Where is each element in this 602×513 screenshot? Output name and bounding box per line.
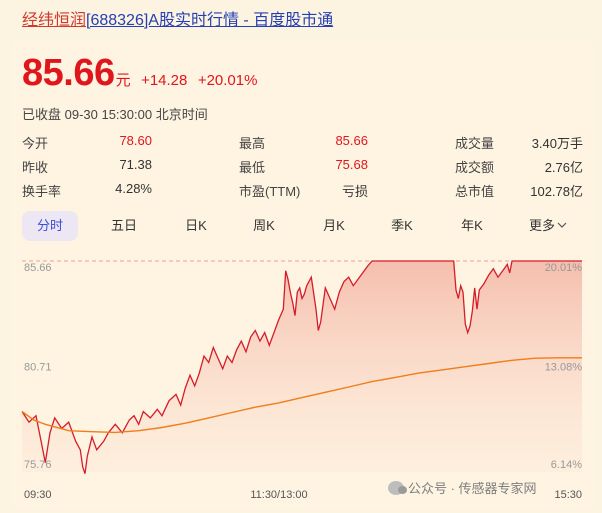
tab-monthly-k[interactable]: 月K (306, 211, 362, 241)
stat-turnover-value: 2.76亿 (544, 160, 583, 175)
stat-prev-close-label: 昨收 (22, 160, 49, 175)
price-unit: 元 (115, 72, 131, 89)
stat-low-label: 最低 (239, 160, 266, 175)
stat-prev-close-value: 71.38 (119, 157, 152, 172)
y-left-tick-mid: 80.71 (24, 362, 52, 374)
y-left-tick-low: 75.76 (24, 459, 52, 471)
stat-pe-label: 市盈(TTM) (239, 184, 301, 199)
watermark: 公众号 · 传感器专家网 (388, 478, 537, 497)
x-tick-close: 15:30 (554, 489, 582, 501)
stat-turnover-rate-label: 换手率 (22, 184, 62, 199)
tab-more[interactable]: 更多 (520, 211, 576, 241)
y-left-tick-high: 85.66 (24, 262, 52, 274)
y-right-tick-mid: 13.08% (545, 362, 583, 374)
quote-page-link[interactable]: [688326]A股实时行情 - 百度股市通 (86, 12, 333, 29)
stat-high-value: 85.66 (335, 133, 368, 148)
price-change: +14.28 (141, 72, 188, 89)
tab-weekly-k[interactable]: 周K (236, 211, 292, 241)
tab-more-label: 更多 (528, 218, 555, 233)
stat-low-value: 75.68 (335, 157, 368, 172)
wechat-logo-icon (388, 481, 407, 495)
stat-open-value: 78.60 (119, 133, 152, 148)
x-tick-midday: 11:30/13:00 (250, 489, 307, 501)
stat-open-label: 今开 (22, 136, 49, 151)
x-tick-open: 09:30 (24, 489, 52, 501)
chevron-down-icon (555, 218, 567, 233)
page-title: 经纬恒润[688326]A股实时行情 - 百度股市通 (22, 6, 333, 30)
stock-name-link[interactable]: 经纬恒润 (22, 12, 86, 29)
tab-intraday[interactable]: 分时 (22, 211, 78, 241)
tab-quarterly-k[interactable]: 季K (374, 211, 430, 241)
y-right-tick-low: 6.14% (551, 459, 582, 471)
y-right-tick-high: 20.01% (545, 262, 583, 274)
stats-grid: 今开 78.60 最高 85.66 成交量 3.40万手 昨收 71.38 最低… (0, 130, 602, 200)
chart-period-tabs: 分时 五日 日K 周K 月K 季K 年K 更多 (22, 211, 582, 243)
price-change-percent: +20.01% (197, 72, 258, 89)
tab-five-day[interactable]: 五日 (96, 211, 152, 241)
stat-market-cap-value: 102.78亿 (530, 184, 583, 199)
stat-turnover-rate-value: 4.28% (115, 181, 152, 196)
stat-market-cap-label: 总市值 (455, 184, 495, 199)
stat-volume-value: 3.40万手 (531, 136, 583, 151)
tab-daily-k[interactable]: 日K (168, 211, 224, 241)
intraday-chart[interactable]: 85.66 80.71 75.76 20.01% 13.08% 6.14% 09… (0, 250, 602, 513)
current-price: 85.66 (22, 52, 115, 94)
stat-high-label: 最高 (239, 136, 266, 151)
price-area-fill (22, 261, 582, 474)
tab-yearly-k[interactable]: 年K (444, 211, 500, 241)
stat-pe-value: 亏损 (341, 184, 368, 199)
price-block: 85.66元 +14.28 +20.01% (22, 52, 257, 95)
stat-volume-label: 成交量 (455, 136, 495, 151)
stat-turnover-label: 成交额 (455, 160, 495, 175)
market-status: 已收盘 09-30 15:30:00 北京时间 (22, 107, 208, 122)
